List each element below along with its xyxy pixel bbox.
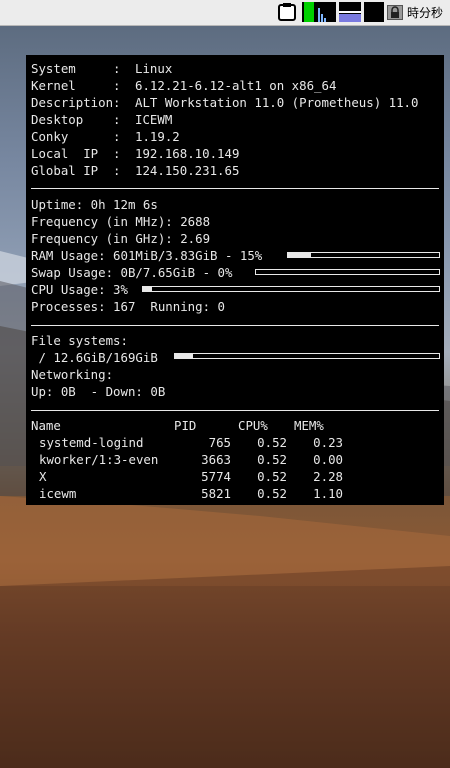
- root-filesystem-bar-fill: [175, 354, 194, 358]
- process-name: kworker/1:3-even: [39, 452, 159, 467]
- process-pid: 5774: [201, 469, 231, 484]
- lock-icon[interactable]: [387, 5, 403, 20]
- cpu-graph-applet[interactable]: [302, 2, 336, 22]
- cpu-usage-text: CPU Usage: 3%: [31, 282, 128, 297]
- filesystems-header: File systems:: [31, 333, 128, 348]
- taskbar: 時分秒: [0, 0, 450, 26]
- frequency-ghz-text: Frequency (in GHz): 2.69: [31, 231, 211, 246]
- process-mem: 0.00: [313, 452, 343, 467]
- network-graph-applet[interactable]: [364, 2, 384, 22]
- column-header-cpu: CPU%: [238, 418, 268, 433]
- process-cpu: 0.52: [257, 435, 287, 450]
- system-info-value: 192.168.10.149: [135, 146, 240, 161]
- cpu-graph-fill: [304, 2, 314, 22]
- system-info-value: ICEWM: [135, 112, 173, 127]
- memory-graph-line: [339, 11, 361, 13]
- process-cpu: 0.52: [257, 469, 287, 484]
- system-info-value: 124.150.231.65: [135, 163, 240, 178]
- memory-graph-fill: [339, 14, 361, 22]
- network-speed-text: Up: 0B - Down: 0B: [31, 384, 166, 399]
- process-pid: 5821: [201, 486, 231, 501]
- networking-header: Networking:: [31, 367, 114, 382]
- process-mem: 0.23: [313, 435, 343, 450]
- cpu-graph-bar: [318, 8, 320, 22]
- system-info-label: Local IP :: [31, 146, 121, 161]
- column-header-mem: MEM%: [294, 418, 324, 433]
- system-info-label: Kernel :: [31, 78, 121, 93]
- process-name: systemd-logind: [39, 435, 144, 450]
- cpu-graph-bar: [324, 18, 326, 22]
- process-mem: 2.28: [313, 469, 343, 484]
- system-info-label: System :: [31, 61, 121, 76]
- system-info-value: 1.19.2: [135, 129, 180, 144]
- root-filesystem-text: / 12.6GiB/169GiB: [31, 350, 158, 365]
- ram-usage-bar: [287, 252, 440, 258]
- separator: [31, 325, 439, 326]
- cpu-usage-bar: [142, 286, 440, 292]
- separator: [31, 188, 439, 189]
- uptime-text: Uptime: 0h 12m 6s: [31, 197, 158, 212]
- system-info-label: Desktop :: [31, 112, 121, 127]
- system-info-label: Description:: [31, 95, 121, 110]
- cpu-usage-bar-fill: [143, 287, 152, 291]
- swap-usage-bar: [255, 269, 440, 275]
- memory-graph-applet[interactable]: [339, 2, 361, 22]
- system-info-label: Global IP :: [31, 163, 121, 178]
- system-info-value: ALT Workstation 11.0 (Prometheus) 11.0: [135, 95, 419, 110]
- process-name: X: [39, 469, 47, 484]
- process-pid: 765: [208, 435, 231, 450]
- column-header-name: Name: [31, 418, 61, 433]
- system-info-value: Linux: [135, 61, 173, 76]
- cpu-graph-bar: [321, 14, 323, 22]
- conky-panel: System : Linux Kernel : 6.12.21-6.12-alt1 o…: [26, 55, 444, 505]
- swap-usage-text: Swap Usage: 0B/7.65GiB - 0%: [31, 265, 233, 280]
- processes-text: Processes: 167 Running: 0: [31, 299, 225, 314]
- column-header-pid: PID: [174, 418, 197, 433]
- process-cpu: 0.52: [257, 486, 287, 501]
- separator: [31, 410, 439, 411]
- root-filesystem-bar: [174, 353, 440, 359]
- process-pid: 3663: [201, 452, 231, 467]
- frequency-mhz-text: Frequency (in MHz): 2688: [31, 214, 211, 229]
- taskbar-clock[interactable]: 時分秒: [407, 4, 443, 21]
- system-info-label: Conky :: [31, 129, 121, 144]
- clipboard-icon[interactable]: [278, 2, 296, 21]
- process-name: icewm: [39, 486, 77, 501]
- system-info-value: 6.12.21-6.12-alt1 on x86_64: [135, 78, 337, 93]
- ram-usage-text: RAM Usage: 601MiB/3.83GiB - 15%: [31, 248, 263, 263]
- process-cpu: 0.52: [257, 452, 287, 467]
- process-mem: 1.10: [313, 486, 343, 501]
- ram-usage-bar-fill: [288, 253, 311, 257]
